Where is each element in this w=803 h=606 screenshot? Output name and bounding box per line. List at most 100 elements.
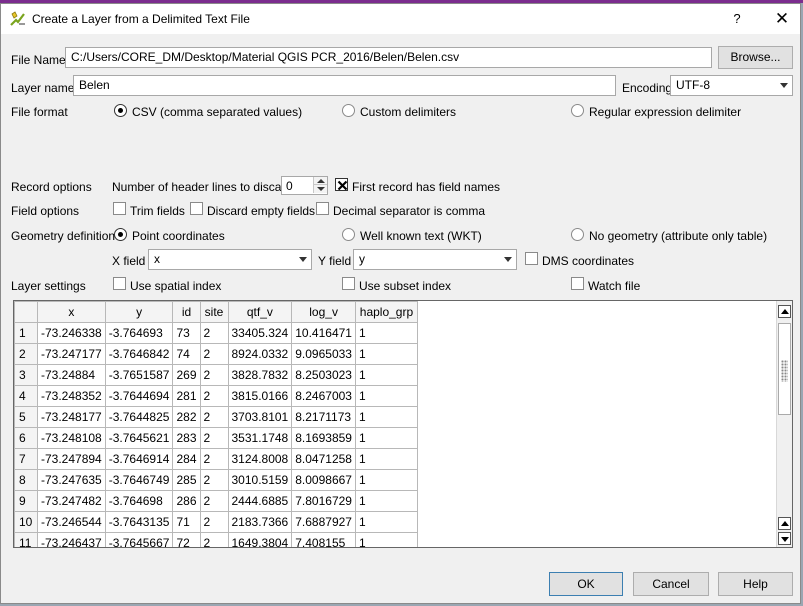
table-row[interactable]: 5 -73.248177 -3.7644825 282 2 3703.8101 8.2171…	[14, 406, 418, 428]
table-row[interactable]: 9 -73.247482 -3.764698 286 2 2444.6885 7.80167…	[14, 490, 418, 512]
table-cell[interactable]: 8924.0332	[227, 343, 293, 365]
table-cell[interactable]: 1	[354, 385, 418, 407]
column-header[interactable]: y	[104, 301, 174, 323]
table-cell[interactable]: 3703.8101	[227, 406, 293, 428]
table-cell[interactable]: 1	[354, 469, 418, 491]
dms-coordinates-checkbox[interactable]	[525, 252, 538, 265]
table-cell[interactable]: 2183.7366	[227, 511, 293, 533]
decimal-comma-checkbox[interactable]	[316, 202, 329, 215]
custom-delimiters-radio[interactable]	[342, 104, 355, 117]
table-cell[interactable]: 1	[354, 322, 418, 344]
table-cell[interactable]: 8.2171173	[291, 406, 356, 428]
table-cell[interactable]: 33405.324	[227, 322, 293, 344]
watch-file-checkbox[interactable]	[571, 277, 584, 290]
scroll-down-icon[interactable]	[778, 532, 791, 545]
table-cell[interactable]: -3.7646842	[104, 343, 174, 365]
table-corner[interactable]	[14, 301, 38, 323]
table-cell[interactable]: 2	[199, 364, 229, 386]
table-row[interactable]: 2 -73.247177 -3.7646842 74 2 8924.0332 9.09650…	[14, 343, 418, 365]
table-cell[interactable]: -3.7645667	[104, 532, 174, 547]
table-cell[interactable]: -73.247177	[37, 343, 106, 365]
row-number[interactable]: 7	[14, 448, 38, 470]
table-cell[interactable]: 284	[172, 448, 201, 470]
table-cell[interactable]: 282	[172, 406, 201, 428]
table-cell[interactable]: 1	[354, 511, 418, 533]
table-cell[interactable]: 1	[354, 343, 418, 365]
help-button[interactable]: Help	[718, 572, 793, 596]
table-cell[interactable]: 7.408155	[291, 532, 356, 547]
cancel-button[interactable]: Cancel	[633, 572, 709, 596]
table-cell[interactable]: 281	[172, 385, 201, 407]
table-cell[interactable]: -3.764698	[104, 490, 174, 512]
spin-down-icon[interactable]	[313, 185, 327, 193]
table-cell[interactable]: -3.7644825	[104, 406, 174, 428]
column-header[interactable]: id	[172, 301, 201, 323]
table-row[interactable]: 10 -73.246544 -3.7643135 71 2 2183.7366 7.6887…	[14, 511, 418, 533]
column-header[interactable]: x	[37, 301, 106, 323]
table-cell[interactable]: 8.2503023	[291, 364, 356, 386]
table-cell[interactable]: 3828.7832	[227, 364, 293, 386]
table-cell[interactable]: 71	[172, 511, 201, 533]
table-cell[interactable]: 2	[199, 532, 229, 547]
table-row[interactable]: 4 -73.248352 -3.7644694 281 2 3815.0166 8.2467…	[14, 385, 418, 407]
table-cell[interactable]: -3.764693	[104, 322, 174, 344]
table-cell[interactable]: 2	[199, 322, 229, 344]
table-cell[interactable]: 1	[354, 490, 418, 512]
table-row[interactable]: 6 -73.248108 -3.7645621 283 2 3531.1748 8.1693…	[14, 427, 418, 449]
table-row[interactable]: 3 -73.24884 -3.7651587 269 2 3828.7832 8.25030…	[14, 364, 418, 386]
sample-data-preview[interactable]: x y id site qtf_v log_v haplo_grp 1 -73.2…	[13, 300, 793, 548]
help-icon[interactable]: ?	[725, 8, 749, 30]
header-lines-spinbox[interactable]: 0	[281, 176, 328, 195]
no-geometry-radio[interactable]	[571, 228, 584, 241]
table-cell[interactable]: -73.248177	[37, 406, 106, 428]
table-cell[interactable]: 2	[199, 427, 229, 449]
row-number[interactable]: 1	[14, 322, 38, 344]
table-cell[interactable]: -73.248352	[37, 385, 106, 407]
close-icon[interactable]: ✕	[767, 7, 797, 31]
table-cell[interactable]: -73.246338	[37, 322, 106, 344]
column-header[interactable]: qtf_v	[227, 301, 293, 323]
row-number[interactable]: 9	[14, 490, 38, 512]
preview-vertical-scrollbar[interactable]	[776, 301, 792, 547]
table-cell[interactable]: 1	[354, 406, 418, 428]
table-cell[interactable]: 7.8016729	[291, 490, 356, 512]
column-header[interactable]: log_v	[291, 301, 356, 323]
regex-delimiter-radio[interactable]	[571, 104, 584, 117]
table-cell[interactable]: 2444.6885	[227, 490, 293, 512]
table-row[interactable]: 1 -73.246338 -3.764693 73 2 33405.324 10.41647…	[14, 322, 418, 344]
table-cell[interactable]: 3815.0166	[227, 385, 293, 407]
y-field-select[interactable]: y	[353, 249, 517, 270]
browse-button[interactable]: Browse...	[718, 46, 793, 69]
table-cell[interactable]: 1	[354, 532, 418, 547]
discard-empty-checkbox[interactable]	[190, 202, 203, 215]
table-cell[interactable]: 286	[172, 490, 201, 512]
scroll-up-icon[interactable]	[778, 305, 791, 318]
table-cell[interactable]: 2	[199, 448, 229, 470]
table-cell[interactable]: 2	[199, 385, 229, 407]
spatial-index-checkbox[interactable]	[113, 277, 126, 290]
table-cell[interactable]: 74	[172, 343, 201, 365]
table-cell[interactable]: 8.2467003	[291, 385, 356, 407]
table-cell[interactable]: 9.0965033	[291, 343, 356, 365]
first-record-checkbox[interactable]	[335, 178, 348, 191]
table-cell[interactable]: -3.7644694	[104, 385, 174, 407]
csv-radio[interactable]	[114, 104, 127, 117]
row-number[interactable]: 5	[14, 406, 38, 428]
column-header[interactable]: site	[199, 301, 229, 323]
table-cell[interactable]: -73.246544	[37, 511, 106, 533]
point-coordinates-radio[interactable]	[114, 228, 127, 241]
table-cell[interactable]: -73.247482	[37, 490, 106, 512]
table-cell[interactable]: -73.246437	[37, 532, 106, 547]
table-cell[interactable]: -3.7646749	[104, 469, 174, 491]
table-cell[interactable]: 7.6887927	[291, 511, 356, 533]
layer-name-input[interactable]: Belen	[73, 75, 616, 96]
table-cell[interactable]: -73.24884	[37, 364, 106, 386]
table-cell[interactable]: 269	[172, 364, 201, 386]
column-header[interactable]: haplo_grp	[354, 301, 418, 323]
table-cell[interactable]: 72	[172, 532, 201, 547]
row-number[interactable]: 4	[14, 385, 38, 407]
table-cell[interactable]: -3.7643135	[104, 511, 174, 533]
table-cell[interactable]: -3.7645621	[104, 427, 174, 449]
table-cell[interactable]: -73.247894	[37, 448, 106, 470]
subset-index-checkbox[interactable]	[342, 277, 355, 290]
